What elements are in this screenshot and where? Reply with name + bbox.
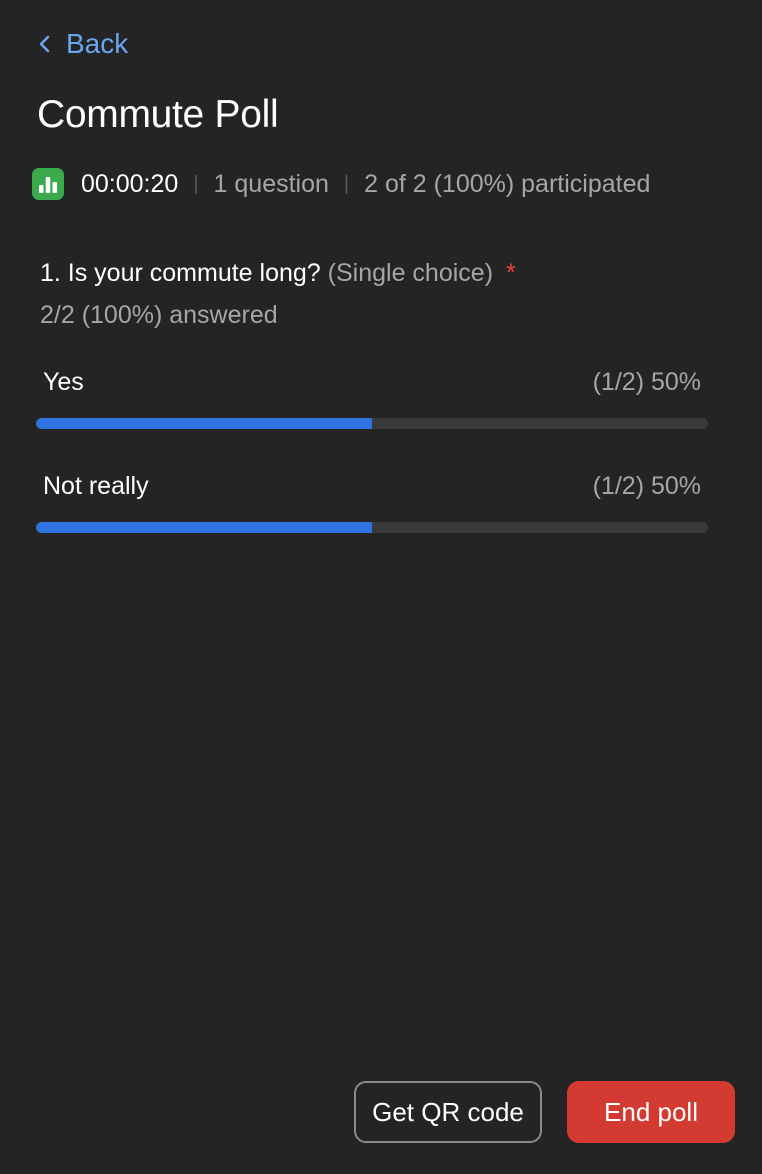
question-type: (Single choice) <box>327 259 494 287</box>
poll-timer: 00:00:20 <box>81 169 179 198</box>
option-label: Not really <box>43 472 149 500</box>
result-bar-track <box>36 418 708 429</box>
meta-divider: | <box>343 172 350 195</box>
question-text: 1. Is your commute long? <box>40 259 321 287</box>
end-poll-button[interactable]: End poll <box>567 1081 735 1143</box>
back-link[interactable]: Back <box>38 28 128 60</box>
result-bar-track <box>36 522 708 533</box>
chevron-left-icon <box>39 35 50 53</box>
poll-chart-icon <box>32 168 64 200</box>
poll-title: Commute Poll <box>37 93 279 136</box>
required-marker: * <box>505 259 516 287</box>
option-stat: (1/2) 50% <box>592 368 701 396</box>
option-result: Yes (1/2) 50% <box>36 368 708 429</box>
question-heading: 1. Is your commute long? (Single choice)… <box>40 259 516 288</box>
get-qr-code-button[interactable]: Get QR code <box>354 1081 542 1143</box>
poll-meta: 00:00:20 | 1 question | 2 of 2 (100%) pa… <box>32 166 650 202</box>
option-result: Not really (1/2) 50% <box>36 472 708 533</box>
question-count: 1 question <box>213 169 329 198</box>
result-bar-fill <box>36 522 372 533</box>
result-bar-fill <box>36 418 372 429</box>
option-stat: (1/2) 50% <box>592 472 701 500</box>
meta-divider: | <box>193 172 199 195</box>
participation-count: 2 of 2 (100%) participated <box>364 169 651 198</box>
back-label: Back <box>66 28 129 59</box>
option-label: Yes <box>43 368 84 396</box>
answered-count: 2/2 (100%) answered <box>40 301 278 329</box>
